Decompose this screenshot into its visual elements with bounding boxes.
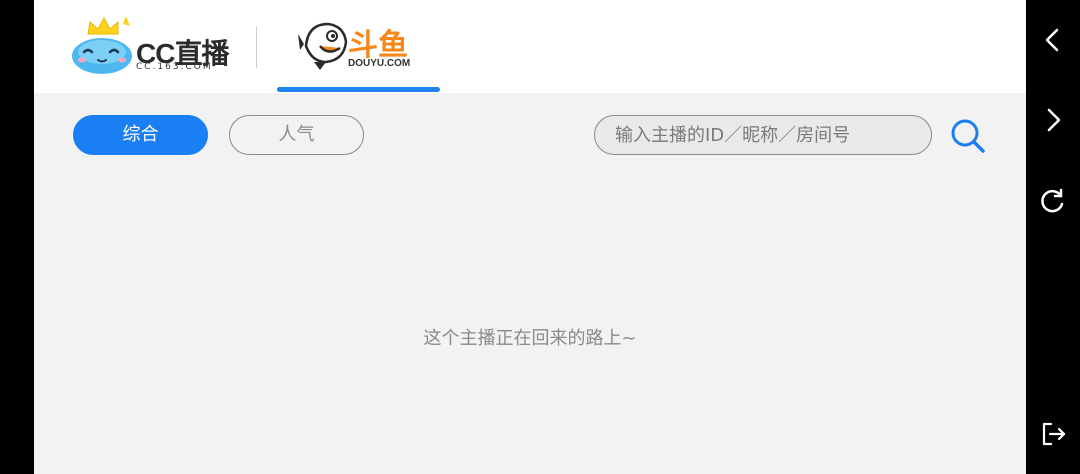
forward-icon[interactable]: [1039, 106, 1067, 134]
left-black-bar: [0, 0, 34, 474]
douyu-domain-label: DOUYU.COM: [348, 58, 411, 69]
exit-icon[interactable]: [1039, 420, 1067, 448]
back-icon[interactable]: [1039, 26, 1067, 54]
douyu-fish-icon: [298, 22, 348, 70]
search-button[interactable]: [948, 116, 988, 156]
platform-tab-bar: CC直播 CC.163.COM 斗鱼 DOUYU.COM: [34, 0, 1026, 93]
tab-douyu[interactable]: 斗鱼 DOUYU.COM: [276, 0, 440, 93]
side-navigation-bar: [1026, 0, 1080, 474]
filter-popularity-button[interactable]: 人气: [229, 115, 364, 155]
app-window: CC直播 CC.163.COM 斗鱼 DOUYU.COM 综合 人气 这个主播正: [34, 0, 1026, 474]
refresh-icon[interactable]: [1039, 187, 1067, 215]
empty-state-message: 这个主播正在回来的路上~: [423, 328, 637, 349]
filter-comprehensive-button[interactable]: 综合: [73, 115, 208, 155]
cc-domain-label: CC.163.COM: [136, 62, 213, 72]
search-icon: [951, 119, 985, 153]
tab-divider: [256, 26, 257, 68]
active-tab-indicator: [277, 87, 440, 92]
anchor-search-input[interactable]: [594, 115, 932, 155]
cc-mascot-icon: [72, 16, 132, 74]
tab-cc-live[interactable]: CC直播 CC.163.COM: [64, 0, 244, 93]
